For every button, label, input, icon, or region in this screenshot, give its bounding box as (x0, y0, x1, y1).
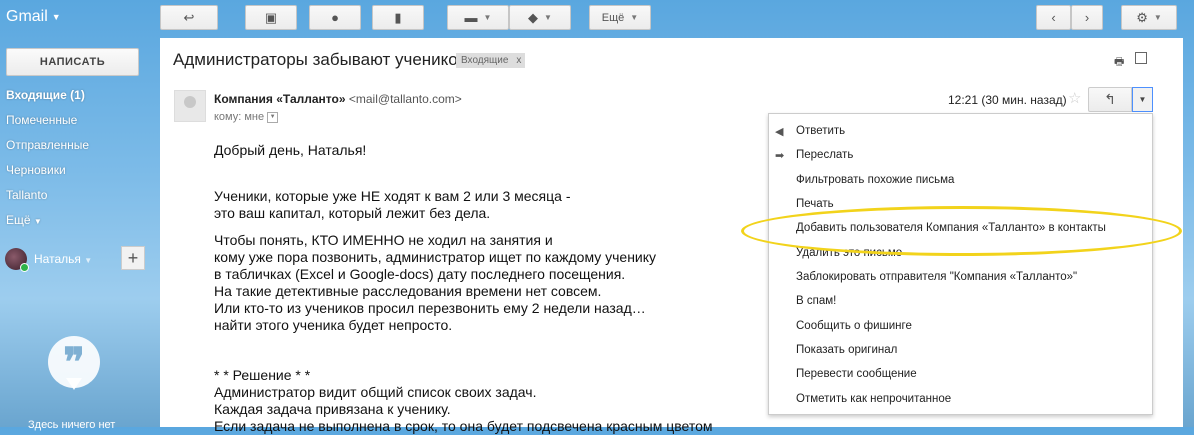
menu-item-show-original[interactable]: Показать оригинал (796, 344, 897, 356)
sender-name[interactable]: Компания «Талланто» (214, 92, 346, 106)
new-chat-button[interactable]: + (121, 246, 145, 270)
body-line: это ваш капитал, который лежит без дела. (214, 205, 491, 221)
chevron-down-icon: ▼ (544, 13, 552, 22)
body-line: Каждая задача привязана к ученику. (214, 401, 451, 417)
body-line: На такие детективные расследования време… (214, 283, 602, 299)
menu-item-print[interactable]: Печать (796, 198, 834, 210)
chevron-down-icon: ▼ (1138, 95, 1147, 104)
menu-item-spam[interactable]: В спам! (796, 295, 836, 307)
trash-icon: ▮ (394, 9, 402, 25)
sender-email: <mail@tallanto.com> (348, 92, 462, 106)
body-line: * * Решение * * (214, 367, 311, 383)
message-time: 12:21 (30 мин. назад) (948, 93, 1067, 107)
back-button[interactable]: ↩ (160, 5, 218, 30)
gmail-logo[interactable]: Gmail ▼ (6, 8, 61, 26)
labels-button[interactable]: ◆ ▼ (509, 5, 571, 30)
move-to-button[interactable]: ▬ ▼ (447, 5, 509, 30)
menu-item-add-contact[interactable]: Добавить пользователя Компания «Талланто… (796, 222, 1106, 234)
folder-icon: ▬ (464, 10, 478, 25)
chevron-down-icon: ▼ (483, 13, 492, 22)
sidebar-item-drafts[interactable]: Черновики (6, 161, 156, 186)
sidebar-nav: Входящие (1) Помеченные Отправленные Чер… (6, 86, 156, 236)
sidebar-item-more[interactable]: Ещё ▼ (6, 211, 156, 236)
plus-icon: + (127, 247, 139, 268)
chevron-down-icon: ▼ (84, 256, 93, 265)
body-line: найти этого ученика будет непросто. (214, 317, 453, 333)
sidebar-item-starred[interactable]: Помеченные (6, 111, 156, 136)
sidebar-item-sent[interactable]: Отправленные (6, 136, 156, 161)
chevron-right-icon: › (1084, 10, 1090, 25)
menu-item-filter[interactable]: Фильтровать похожие письма (796, 174, 954, 186)
prev-message-button[interactable]: ‹ (1036, 5, 1071, 30)
menu-item-reply[interactable]: Ответить (796, 125, 845, 137)
sidebar-item-inbox[interactable]: Входящие (1) (6, 86, 156, 111)
archive-icon: ▣ (264, 9, 278, 25)
menu-item-block-sender[interactable]: Заблокировать отправителя "Компания «Тал… (796, 271, 1077, 283)
settings-button[interactable]: ⚙ ▼ (1121, 5, 1177, 30)
recipient-line: кому: мне ▼ (214, 111, 279, 123)
body-line: Ученики, которые уже НЕ ходят к вам 2 ил… (214, 188, 571, 204)
user-name: Наталья (34, 252, 81, 266)
chevron-down-icon: ▼ (51, 11, 61, 22)
sidebar: НАПИСАТЬ Входящие (1) Помеченные Отправл… (0, 38, 160, 431)
gear-icon: ⚙ (1136, 9, 1148, 25)
report-spam-button[interactable]: ● (309, 5, 361, 30)
show-details-icon[interactable]: ▼ (267, 111, 279, 123)
forward-icon: ➡ (775, 150, 785, 162)
star-icon[interactable]: ☆ (1068, 89, 1081, 107)
body-line: Администратор видит общий список своих з… (214, 384, 537, 400)
sidebar-item-tallanto[interactable]: Tallanto (6, 186, 156, 211)
body-line: кому уже пора позвонить, администратор и… (214, 249, 657, 265)
top-bar: Gmail ▼ ↩ ▣ ● ▮ ▬ ▼ ◆ ▼ Ещё ▼ ‹ › ⚙ ▼ (0, 0, 1194, 38)
hangouts-empty-text: Здесь ничего нет (28, 419, 116, 431)
more-button[interactable]: Ещё ▼ (589, 5, 651, 30)
menu-item-forward[interactable]: Переслать (796, 149, 853, 161)
archive-button[interactable]: ▣ (245, 5, 297, 30)
chevron-down-icon: ▼ (33, 217, 42, 226)
sender-line: Компания «Талланто» <mail@tallanto.com> (214, 92, 462, 106)
inbox-label-chip[interactable]: Входящие x (456, 53, 526, 68)
spam-icon: ● (331, 10, 339, 25)
compose-button[interactable]: НАПИСАТЬ (6, 48, 139, 76)
message-subject: Администраторы забывают учеников (173, 50, 467, 69)
menu-item-phishing[interactable]: Сообщить о фишинге (796, 320, 912, 332)
reply-icon: ↰ (1104, 91, 1116, 107)
body-line: Добрый день, Наталья! (214, 142, 367, 158)
next-message-button[interactable]: › (1071, 5, 1103, 30)
message-actions-menu: ◀ Ответить ➡ Переслать Фильтровать похож… (768, 113, 1153, 415)
delete-button[interactable]: ▮ (372, 5, 424, 30)
online-status-icon (20, 263, 29, 272)
tag-icon: ◆ (528, 9, 539, 25)
chevron-down-icon: ▼ (1153, 13, 1162, 22)
reply-icon: ◀ (775, 126, 784, 138)
back-arrow-icon: ↩ (183, 9, 195, 25)
message-body: Добрый день, Наталья! Ученики, которые у… (214, 142, 713, 435)
hangouts-user[interactable]: Наталья ▼ + (5, 246, 155, 272)
chevron-down-icon: ▼ (630, 13, 639, 22)
menu-item-translate[interactable]: Перевести сообщение (796, 368, 917, 380)
reply-button[interactable]: ↰ (1088, 87, 1132, 112)
body-line: Или кто-то из учеников просил перезвонит… (214, 300, 646, 316)
sender-avatar (174, 90, 206, 122)
remove-label-icon[interactable]: x (516, 55, 521, 66)
new-window-icon[interactable] (1135, 52, 1147, 64)
body-line: в табличках (Excel и Google-docs) дату п… (214, 266, 626, 282)
hangouts-bubble-tail (66, 378, 82, 390)
menu-item-delete[interactable]: Удалить это письмо (796, 247, 902, 259)
menu-item-mark-unread[interactable]: Отметить как непрочитанное (796, 393, 951, 405)
print-all-icon[interactable]: 🖶 (1114, 53, 1126, 68)
message-more-button[interactable]: ▼ (1132, 87, 1153, 112)
chevron-left-icon: ‹ (1051, 10, 1056, 25)
body-line: Чтобы понять, КТО ИМЕННО не ходил на зан… (214, 232, 553, 248)
